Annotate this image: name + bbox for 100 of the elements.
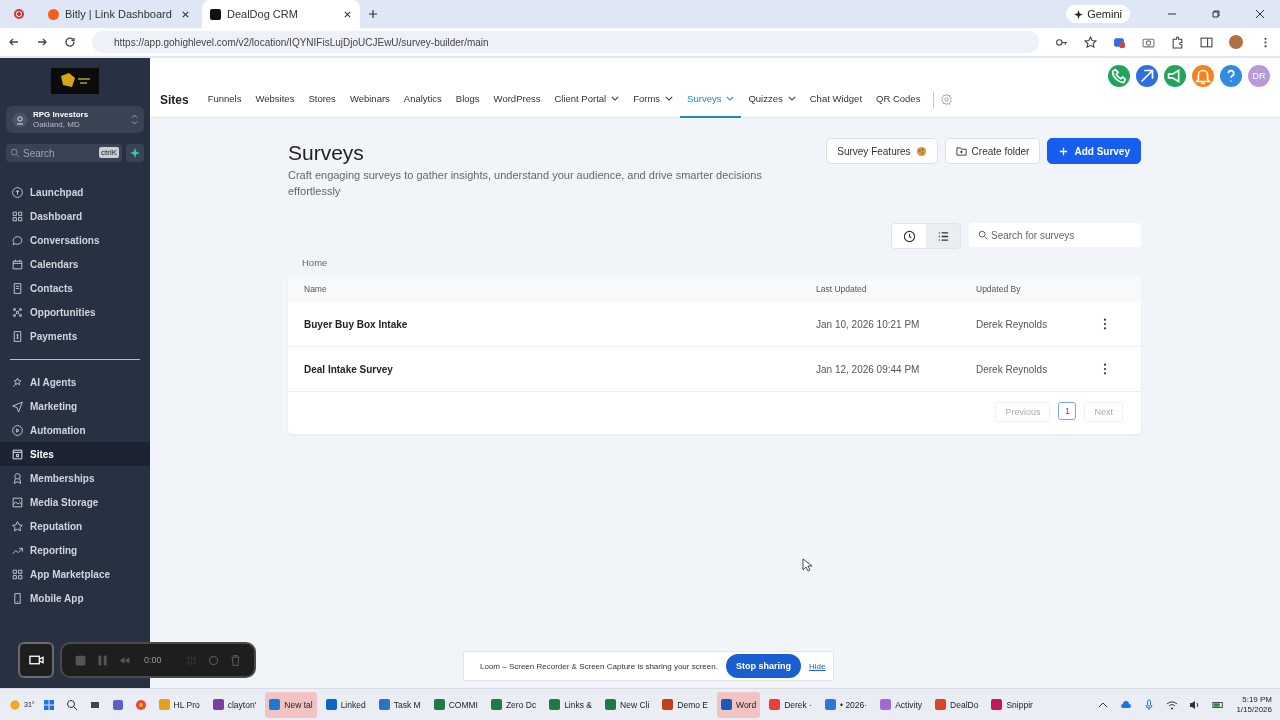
taskbar-app[interactable]: Activity [876, 691, 927, 718]
survey-search-field[interactable]: Search for surveys [969, 223, 1141, 247]
browser-tab[interactable]: Bitly | Link Dashboard [40, 0, 198, 28]
sidebar-item[interactable]: Dashboard [0, 204, 150, 228]
app-icon[interactable] [111, 698, 124, 711]
sidebar-item[interactable]: Conversations [0, 228, 150, 252]
sidebar-item[interactable]: Reputation [0, 514, 150, 538]
account-switcher[interactable]: RPG Investors Oakland, MD [6, 106, 144, 133]
reload-icon[interactable] [64, 36, 76, 48]
new-tab-icon[interactable] [368, 9, 378, 19]
nav-tab[interactable]: QR Codes [869, 81, 928, 118]
add-survey-button[interactable]: Add Survey [1047, 138, 1141, 164]
nav-tab[interactable]: Funnels [200, 81, 249, 118]
survey-name[interactable]: Deal Intake Survey [304, 363, 816, 375]
sidepanel-icon[interactable] [1200, 35, 1213, 49]
breadcrumb[interactable]: Home [302, 257, 328, 268]
sidebar-item[interactable]: Memberships [0, 466, 150, 490]
address-bar[interactable]: https://app.gohighlevel.com/v2/location/IQYNIFisLujDjoUCJEwU/survey-builder/main [92, 31, 1039, 53]
nav-tab[interactable]: Client Portal [547, 81, 627, 118]
taskbar-app[interactable]: HL Pro [154, 691, 204, 718]
page-button[interactable]: 1 [1058, 402, 1077, 420]
survey-name[interactable]: Buyer Buy Box Intake [304, 318, 816, 330]
nav-tab[interactable]: Chat Widget [802, 81, 870, 118]
list-view-button[interactable] [926, 224, 960, 248]
forward-icon[interactable] [36, 36, 48, 48]
taskbar-app[interactable]: DealDo [931, 691, 983, 718]
start-icon[interactable] [42, 698, 55, 711]
sidebar-item[interactable]: App Marketplace [0, 562, 150, 586]
taskbar-app[interactable]: New Cli [601, 691, 654, 718]
camera-button[interactable] [18, 642, 54, 678]
nav-tab[interactable]: Webinars [342, 81, 397, 118]
sidebar-item[interactable]: Sites [0, 442, 150, 466]
app-icon [490, 699, 502, 710]
clock[interactable]: 5:19 PM 1/15/2026 [1236, 694, 1272, 715]
help-icon[interactable] [1220, 65, 1242, 87]
gemini-button[interactable]: Gemini [1066, 5, 1130, 23]
app-icon [935, 699, 947, 710]
sidebar-item[interactable]: Contacts [0, 276, 150, 300]
sidebar-item[interactable]: Automation [0, 418, 150, 442]
nav-tab[interactable]: Forms [626, 81, 681, 118]
extension-icon[interactable] [1113, 35, 1126, 49]
table-cell-text: Derek Reynolds [976, 318, 1049, 330]
nav-tab[interactable]: Surveys [680, 81, 742, 118]
taskbar-app[interactable]: Links & [545, 691, 596, 718]
close-icon[interactable] [343, 9, 352, 19]
hide-link[interactable]: Hide [808, 661, 826, 671]
sidebar-item[interactable]: Calendars [0, 252, 150, 276]
sidebar-item[interactable]: Mobile App [0, 586, 150, 610]
sidebar-item[interactable]: Reporting [0, 538, 150, 562]
megaphone-icon[interactable] [1164, 65, 1186, 87]
profile-avatar[interactable] [1229, 35, 1243, 49]
close-icon[interactable] [1255, 9, 1265, 19]
taskbar-app[interactable]: Snippir [987, 691, 1037, 718]
restart-icon[interactable] [206, 653, 220, 667]
app-icon [378, 699, 390, 710]
close-icon[interactable] [181, 9, 190, 19]
cloud-icon[interactable] [1120, 698, 1133, 711]
sidebar-item[interactable]: Payments [0, 324, 150, 348]
sidebar-item[interactable]: AI Agents [0, 370, 150, 394]
more-icon[interactable] [1103, 318, 1107, 330]
taskbar-app[interactable]: • 2026· [821, 691, 872, 718]
nav-tab[interactable]: Stores [301, 81, 343, 118]
taskbar-app[interactable]: clayton' [208, 691, 261, 718]
sidebar-item[interactable]: Opportunities [0, 300, 150, 324]
taskbar-app[interactable]: New tal [265, 691, 317, 718]
bell-icon[interactable] [1192, 65, 1214, 87]
taskbar-app[interactable]: Task M [374, 691, 425, 718]
logo-icon[interactable] [51, 68, 99, 94]
stop-sharing-button[interactable]: Stop sharing [725, 654, 801, 678]
ai-button[interactable] [126, 144, 144, 162]
nav-tab[interactable]: Analytics [396, 81, 449, 118]
taskbar-app[interactable]: Word [717, 691, 761, 718]
features-button[interactable]: Survey Features [826, 138, 938, 164]
taskbar-app[interactable]: Demo E [658, 691, 712, 718]
search-icon[interactable] [65, 698, 78, 711]
restore-icon[interactable] [1211, 9, 1221, 19]
record-icon[interactable] [14, 9, 24, 19]
clock-view-button[interactable] [892, 224, 926, 248]
wifi-icon[interactable] [1166, 698, 1179, 711]
sidebar-item[interactable]: Marketing [0, 394, 150, 418]
taskbar-app[interactable]: Linked [321, 691, 370, 718]
app-icon[interactable] [134, 698, 147, 711]
nav-tab[interactable]: Websites [248, 81, 302, 118]
taskbar-app[interactable]: Zero Dc [486, 691, 541, 718]
mic-icon[interactable] [1143, 698, 1156, 711]
bookmark-icon[interactable] [1084, 35, 1097, 49]
back-icon[interactable] [8, 36, 20, 48]
more-icon[interactable] [1103, 363, 1107, 375]
nav-tab[interactable]: Quizzes [741, 81, 803, 118]
create-folder-button[interactable]: Create folder [944, 138, 1041, 164]
nav-tab[interactable]: WordPress [486, 81, 548, 118]
column-header: Name [304, 284, 328, 294]
phone-icon[interactable] [1108, 65, 1130, 87]
nav-tab[interactable]: Blogs [448, 81, 487, 118]
sidebar-item[interactable]: Media Storage [0, 490, 150, 514]
taskbar-app[interactable]: Derek · [765, 691, 817, 718]
browser-tab[interactable]: DealDog CRM [202, 0, 360, 28]
taskbar-app[interactable]: COMMI [429, 691, 482, 718]
sidebar-item[interactable]: Launchpad [0, 180, 150, 204]
puzzle-icon[interactable] [1171, 35, 1184, 49]
